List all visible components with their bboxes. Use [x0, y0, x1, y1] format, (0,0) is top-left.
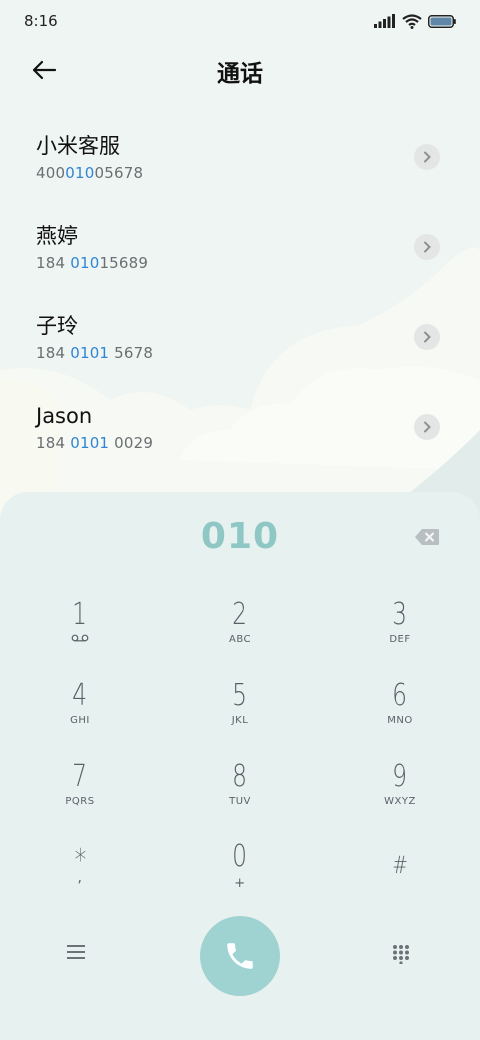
key-7[interactable]: 7 PQRS [20, 760, 140, 832]
key-letters: ABC [228, 634, 251, 645]
dialpad: 010 1 2 ABC 3 DEF 4 GHI 5 JKL 6 MNO 7 PQ… [0, 492, 480, 1040]
chevron-right-icon [424, 151, 431, 163]
keypad-toggle-button[interactable] [392, 944, 412, 965]
status-bar: 8:16 [0, 0, 480, 42]
battery-icon [428, 14, 456, 28]
key-letters: TUV [229, 796, 251, 807]
key-2[interactable]: 2 ABC [180, 598, 300, 670]
key-digit: 5 [232, 678, 248, 713]
key-digit: 8 [232, 759, 248, 794]
key-1[interactable]: 1 [20, 598, 140, 670]
contact-detail-button[interactable] [414, 324, 440, 350]
key-8[interactable]: 8 TUV [180, 760, 300, 832]
contact-row[interactable]: 小米客服 40001005678 [0, 112, 480, 202]
status-time: 8:16 [24, 12, 58, 30]
contact-number: 184 0101 0029 [36, 434, 154, 452]
matched-digits: 010 [70, 254, 100, 272]
page-title: 通话 [217, 61, 263, 87]
voicemail-icon [71, 634, 89, 646]
backspace-button[interactable] [414, 528, 440, 546]
wifi-icon [402, 13, 422, 29]
key-letters: DEF [389, 634, 411, 645]
key-digit: 1 [72, 597, 88, 632]
contact-detail-button[interactable] [414, 144, 440, 170]
phone-icon [227, 943, 253, 969]
key-digit: 2 [232, 597, 248, 632]
contact-name: Jason [36, 404, 93, 428]
matched-digits: 010 [65, 164, 95, 182]
contact-name: 子玲 [36, 314, 78, 338]
dial-number-display[interactable]: 010 [0, 516, 480, 557]
contact-row[interactable]: 燕婷 184 01015689 [0, 202, 480, 292]
key-4[interactable]: 4 GHI [20, 679, 140, 751]
status-icons [374, 13, 456, 29]
key-digit: # [392, 851, 408, 879]
key-digit: 9 [392, 759, 408, 794]
chevron-right-icon [424, 331, 431, 343]
contact-number: 40001005678 [36, 164, 144, 182]
matched-digits: 0101 [70, 344, 110, 362]
key-letters: PQRS [65, 796, 95, 807]
keypad-grid-icon [393, 945, 409, 965]
key-digit: 0 [232, 839, 248, 874]
contact-number: 184 01015689 [36, 254, 149, 272]
key-0[interactable]: 0 + [180, 840, 300, 912]
key-6[interactable]: 6 MNO [340, 679, 460, 751]
key-digit: 3 [392, 597, 408, 632]
key-letters: + [234, 876, 246, 891]
backspace-icon [415, 529, 439, 545]
chevron-right-icon [424, 421, 431, 433]
key-letters: JKL [231, 715, 249, 726]
key-3[interactable]: 3 DEF [340, 598, 460, 670]
key-9[interactable]: 9 WXYZ [340, 760, 460, 832]
contact-row[interactable]: Jason 184 0101 0029 [0, 382, 480, 472]
key-letters: GHI [70, 715, 90, 726]
contact-name: 燕婷 [36, 224, 78, 248]
signal-icon [374, 14, 395, 28]
key-letters: MNO [387, 715, 413, 726]
contact-detail-button[interactable] [414, 234, 440, 260]
key-digit: * [74, 843, 86, 878]
contact-number: 184 0101 5678 [36, 344, 154, 362]
menu-icon [67, 945, 85, 959]
key-letters: WXYZ [384, 796, 416, 807]
dialer-actions [0, 916, 480, 996]
chevron-right-icon [424, 241, 431, 253]
key-digit: 4 [72, 678, 88, 713]
contact-list: 小米客服 40001005678 燕婷 184 01015689 子玲 184 … [0, 112, 480, 472]
contact-name: 小米客服 [36, 134, 120, 158]
menu-button[interactable] [66, 944, 90, 964]
matched-digits: 0101 [70, 434, 110, 452]
key-digit: 7 [72, 759, 88, 794]
key-5[interactable]: 5 JKL [180, 679, 300, 751]
key-digit: 6 [392, 678, 408, 713]
key-hash[interactable]: # [340, 848, 460, 920]
key-star[interactable]: * , [20, 844, 140, 916]
header: 通话 [0, 42, 480, 98]
contact-detail-button[interactable] [414, 414, 440, 440]
contact-row[interactable]: 子玲 184 0101 5678 [0, 292, 480, 382]
call-button[interactable] [200, 916, 280, 996]
